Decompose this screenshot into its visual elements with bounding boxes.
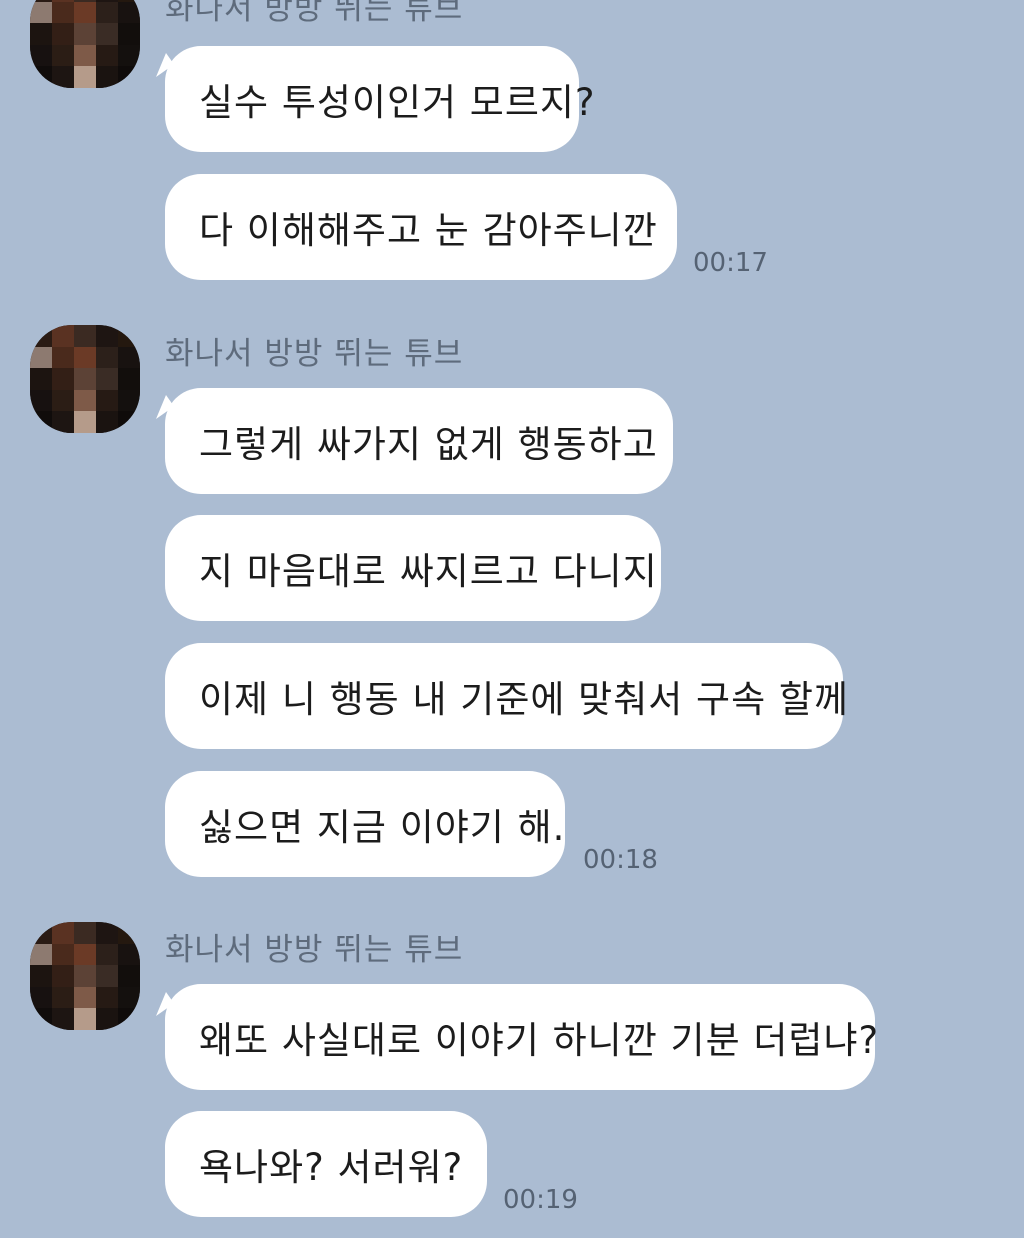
message-timestamp: 00:17	[693, 248, 768, 278]
message-bubble[interactable]: 이제 니 행동 내 기준에 맞춰서 구속 할께	[165, 643, 848, 749]
message-bubble[interactable]: 그렇게 싸가지 없게 행동하고	[165, 388, 673, 494]
sender-name: 화나서 방방 뛰는 튜브	[165, 336, 464, 372]
avatar[interactable]	[30, 0, 140, 88]
message-bubble[interactable]: 싫으면 지금 이야기 해.	[165, 771, 565, 877]
message-bubble[interactable]: 왜또 사실대로 이야기 하니깐 기분 더럽냐?	[165, 984, 878, 1090]
avatar[interactable]	[30, 325, 140, 433]
message-timestamp: 00:18	[583, 845, 658, 875]
message-bubble[interactable]: 다 이해해주고 눈 감아주니깐	[165, 174, 677, 280]
message-timestamp: 00:19	[503, 1185, 578, 1215]
sender-name: 화나서 방방 뛰는 튜브	[165, 0, 464, 27]
message-bubble[interactable]: 지 마음대로 싸지르고 다니지	[165, 515, 661, 621]
sender-name: 화나서 방방 뛰는 튜브	[165, 932, 464, 968]
message-bubble[interactable]: 욕나와? 서러워?	[165, 1111, 487, 1217]
avatar[interactable]	[30, 922, 140, 1030]
message-bubble[interactable]: 실수 투성이인거 모르지?	[165, 46, 595, 152]
